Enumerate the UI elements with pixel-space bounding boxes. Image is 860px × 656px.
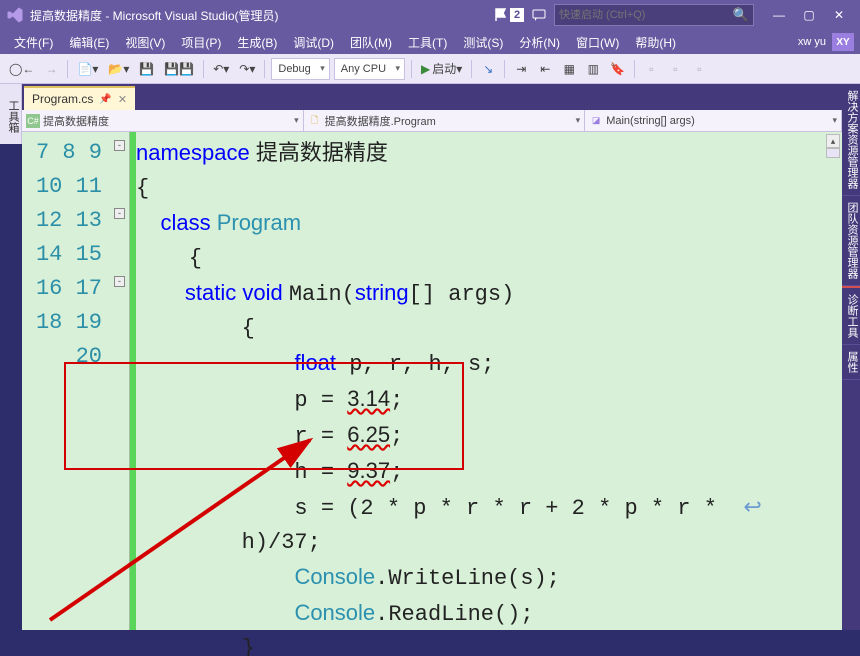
menu-view[interactable]: 视图(V) bbox=[117, 34, 173, 51]
minimize-button[interactable]: — bbox=[764, 3, 794, 27]
new-project-button[interactable]: 📄▾ bbox=[74, 58, 101, 80]
properties-tab[interactable]: 属性 bbox=[842, 345, 860, 380]
split-handle[interactable] bbox=[826, 148, 840, 158]
save-button[interactable]: 💾 bbox=[136, 58, 157, 80]
toolbar: ◯← → 📄▾ 📂▾ 💾 💾💾 ↶▾ ↷▾ Debug Any CPU ▶启动 … bbox=[0, 54, 860, 84]
back-button[interactable]: ◯← bbox=[6, 58, 37, 80]
extra3-button[interactable]: ▫ bbox=[689, 58, 709, 80]
redo-button[interactable]: ↷▾ bbox=[236, 58, 258, 80]
fold-strip: - - - bbox=[112, 132, 130, 630]
method-icon: ◪ bbox=[589, 114, 603, 128]
step-button[interactable]: ↘ bbox=[478, 58, 498, 80]
comment-button[interactable]: ▦ bbox=[559, 58, 579, 80]
flag-icon bbox=[494, 8, 508, 22]
menu-test[interactable]: 测试(S) bbox=[455, 34, 511, 51]
class-icon: 🗋 bbox=[308, 114, 322, 128]
feedback-icon[interactable] bbox=[532, 8, 546, 22]
toolbox-tab[interactable]: 工具箱 bbox=[0, 84, 22, 144]
menu-help[interactable]: 帮助(H) bbox=[627, 34, 684, 51]
solution-explorer-tab[interactable]: 解决方案资源管理器 bbox=[842, 84, 860, 196]
extra1-button[interactable]: ▫ bbox=[641, 58, 661, 80]
project-combo[interactable]: C# 提高数据精度 bbox=[22, 110, 304, 131]
class-combo[interactable]: 🗋 提高数据精度.Program bbox=[304, 110, 586, 131]
diagnostics-tab[interactable]: 诊断工具 bbox=[842, 286, 860, 345]
uncomment-button[interactable]: ▥ bbox=[583, 58, 603, 80]
menu-file[interactable]: 文件(F) bbox=[6, 34, 61, 51]
navigation-bar: C# 提高数据精度 🗋 提高数据精度.Program ◪ Main(string… bbox=[22, 110, 842, 132]
notification-badge[interactable]: 2 bbox=[494, 8, 524, 22]
menu-project[interactable]: 项目(P) bbox=[173, 34, 229, 51]
bookmark-button[interactable]: 🔖 bbox=[607, 58, 628, 80]
pin-icon[interactable]: 📌 bbox=[99, 94, 111, 105]
code-area[interactable]: namespace 提高数据精度 { class Program { stati… bbox=[136, 132, 842, 630]
quick-launch-input[interactable] bbox=[559, 9, 729, 21]
close-button[interactable]: ✕ bbox=[824, 3, 854, 27]
fold-box-icon[interactable]: - bbox=[114, 208, 125, 219]
menu-build[interactable]: 生成(B) bbox=[229, 34, 285, 51]
title-bar: 提高数据精度 - Microsoft Visual Studio(管理员) 2 … bbox=[0, 0, 860, 30]
search-icon: 🔍 bbox=[733, 7, 749, 23]
outdent-button[interactable]: ⇤ bbox=[535, 58, 555, 80]
menu-bar: 文件(F) 编辑(E) 视图(V) 项目(P) 生成(B) 调试(D) 团队(M… bbox=[0, 30, 860, 54]
code-editor[interactable]: 7 8 9 10 11 12 13 14 15 16 17 18 19 20 -… bbox=[22, 132, 842, 630]
save-all-button[interactable]: 💾💾 bbox=[161, 58, 197, 80]
tab-filename: Program.cs bbox=[32, 92, 93, 106]
platform-combo[interactable]: Any CPU bbox=[334, 58, 405, 80]
menu-edit[interactable]: 编辑(E) bbox=[61, 34, 117, 51]
config-combo[interactable]: Debug bbox=[271, 58, 329, 80]
menu-debug[interactable]: 调试(D) bbox=[285, 34, 342, 51]
menu-analyze[interactable]: 分析(N) bbox=[511, 34, 568, 51]
file-tab[interactable]: Program.cs 📌 ✕ bbox=[24, 86, 135, 110]
tab-close-icon[interactable]: ✕ bbox=[118, 93, 127, 106]
start-button[interactable]: ▶启动 ▾ bbox=[418, 58, 465, 80]
csharp-project-icon: C# bbox=[26, 114, 40, 128]
indent-button[interactable]: ⇥ bbox=[511, 58, 531, 80]
menu-tools[interactable]: 工具(T) bbox=[400, 34, 455, 51]
open-button[interactable]: 📂▾ bbox=[105, 58, 132, 80]
undo-button[interactable]: ↶▾ bbox=[210, 58, 232, 80]
quick-launch-box[interactable]: 🔍 bbox=[554, 4, 754, 26]
user-label[interactable]: xw yu bbox=[798, 36, 826, 48]
fold-box-icon[interactable]: - bbox=[114, 276, 125, 287]
window-title: 提高数据精度 - Microsoft Visual Studio(管理员) bbox=[30, 7, 279, 24]
menu-team[interactable]: 团队(M) bbox=[342, 34, 400, 51]
scroll-up-button[interactable]: ▴ bbox=[826, 134, 840, 148]
maximize-button[interactable]: ▢ bbox=[794, 3, 824, 27]
user-badge[interactable]: XY bbox=[832, 33, 854, 51]
right-tool-strip: 解决方案资源管理器 团队资源管理器 诊断工具 属性 bbox=[842, 84, 860, 630]
play-icon: ▶ bbox=[421, 62, 430, 76]
method-combo[interactable]: ◪ Main(string[] args) bbox=[585, 110, 842, 131]
vs-logo-icon bbox=[6, 6, 24, 24]
tab-well: Program.cs 📌 ✕ bbox=[0, 84, 860, 110]
forward-button[interactable]: → bbox=[41, 58, 61, 80]
extra2-button[interactable]: ▫ bbox=[665, 58, 685, 80]
menu-window[interactable]: 窗口(W) bbox=[568, 34, 627, 51]
fold-box-icon[interactable]: - bbox=[114, 140, 125, 151]
team-explorer-tab[interactable]: 团队资源管理器 bbox=[842, 196, 860, 286]
line-gutter: 7 8 9 10 11 12 13 14 15 16 17 18 19 20 bbox=[22, 132, 112, 630]
